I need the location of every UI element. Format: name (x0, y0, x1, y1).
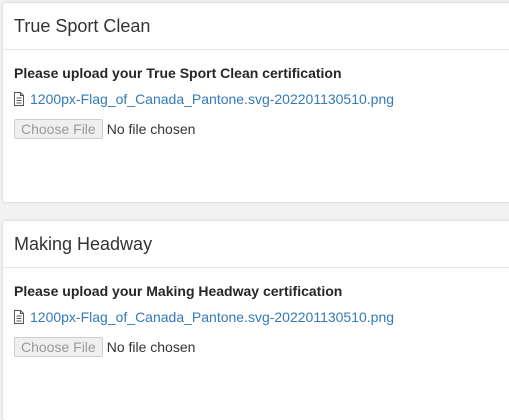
uploaded-file-link[interactable]: 1200px-Flag_of_Canada_Pantone.svg-202201… (30, 309, 394, 325)
choose-file-button[interactable]: Choose File (14, 119, 103, 139)
file-input: Choose File No file chosen (14, 337, 195, 357)
file-input: Choose File No file chosen (14, 119, 195, 139)
making-headway-panel: Making Headway Please upload your Making… (3, 221, 509, 420)
uploaded-file-link[interactable]: 1200px-Flag_of_Canada_Pantone.svg-202201… (30, 91, 394, 107)
true-sport-clean-panel: True Sport Clean Please upload your True… (3, 3, 509, 202)
upload-label: Please upload your Making Headway certif… (14, 283, 343, 299)
panel-header: Making Headway (3, 221, 509, 268)
uploaded-file-row: 1200px-Flag_of_Canada_Pantone.svg-202201… (13, 90, 394, 108)
uploaded-file-row: 1200px-Flag_of_Canada_Pantone.svg-202201… (13, 308, 394, 326)
panel-title: True Sport Clean (14, 16, 151, 36)
document-icon (13, 310, 25, 324)
choose-file-button[interactable]: Choose File (14, 337, 103, 357)
panel-header: True Sport Clean (3, 3, 509, 50)
panel-title: Making Headway (14, 234, 153, 254)
file-status-text: No file chosen (106, 339, 196, 355)
upload-label: Please upload your True Sport Clean cert… (14, 65, 342, 81)
file-status-text: No file chosen (106, 121, 196, 137)
document-icon (13, 92, 25, 106)
